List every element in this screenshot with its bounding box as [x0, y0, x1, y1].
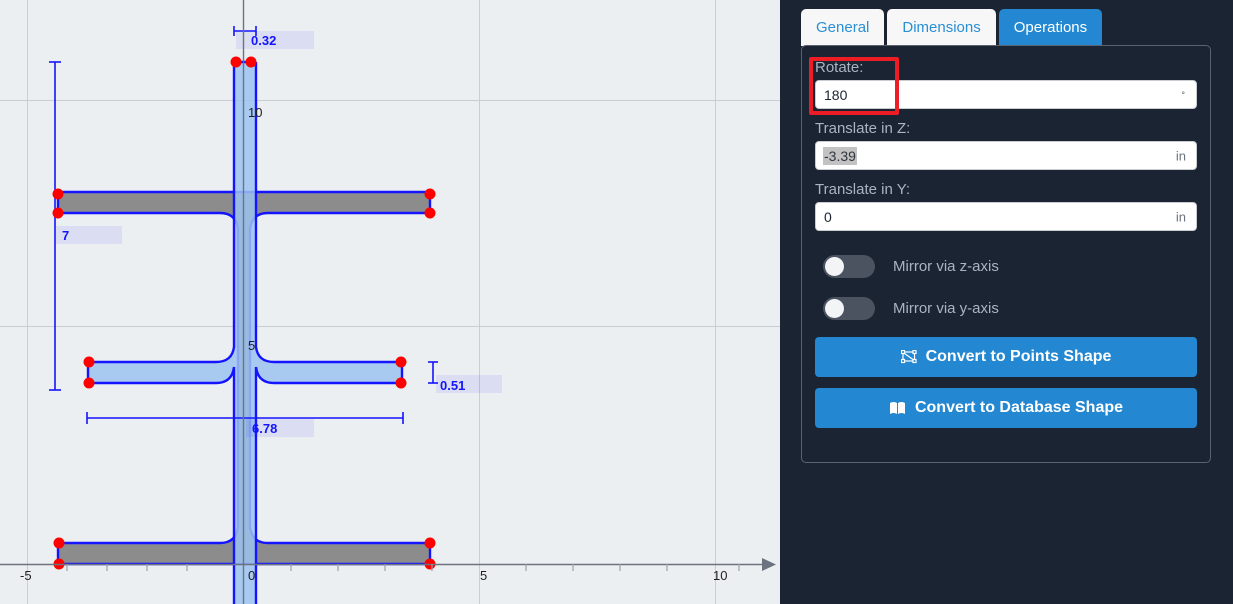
axes: -5 0 5 10 10 5	[0, 0, 776, 604]
convert-to-database-shape-button[interactable]: Convert to Database Shape	[815, 388, 1197, 428]
x-tick-label: -5	[20, 568, 32, 583]
vertex-handle[interactable]	[52, 207, 64, 219]
tab-dimensions-label: Dimensions	[902, 19, 981, 36]
database-book-icon	[889, 401, 906, 415]
operations-panel-body: Rotate: ° Translate in Z: -3.39 in	[801, 45, 1211, 463]
mirror-y-toggle[interactable]	[823, 296, 875, 320]
translate-y-input-wrap[interactable]: in	[815, 202, 1197, 231]
convert-to-points-shape-button[interactable]: Convert to Points Shape	[815, 337, 1197, 377]
x-tick-label: 0	[248, 568, 255, 583]
translate-z-label: Translate in Z:	[815, 120, 911, 137]
translate-z-input-wrap[interactable]: -3.39 in	[815, 141, 1197, 170]
vertex-handle[interactable]	[52, 188, 64, 200]
properties-panel: General Dimensions Operations Rotate: °	[780, 0, 1233, 604]
tab-general-label: General	[816, 19, 870, 36]
shape-drawing: 0.32 7 0.51 6.78 -5 0 5 10 10 5	[0, 0, 780, 604]
x-tick-label: 5	[480, 568, 487, 583]
vertex-handle[interactable]	[395, 356, 407, 368]
x-tick-label: 10	[713, 568, 727, 583]
translate-y-field-group: Translate in Y: in	[815, 181, 1197, 231]
tab-operations[interactable]: Operations	[998, 9, 1103, 46]
rotate-label: Rotate:	[815, 59, 864, 76]
vertex-handle[interactable]	[424, 207, 436, 219]
grid-lines	[0, 0, 780, 604]
translate-z-field-group: Translate in Z: -3.39 in	[815, 120, 1197, 170]
vertex-handle[interactable]	[230, 56, 242, 68]
mirror-z-toggle[interactable]	[823, 254, 875, 278]
rotate-field-group: Rotate: °	[815, 59, 1197, 109]
toggle-knob	[825, 298, 844, 318]
tab-operations-label: Operations	[1013, 19, 1088, 36]
vertex-handle[interactable]	[83, 377, 95, 389]
dimension-label-0-32: 0.32	[251, 33, 276, 48]
mirror-z-label: Mirror via z-axis	[893, 257, 999, 275]
vertex-handle[interactable]	[424, 537, 436, 549]
translate-z-input[interactable]	[816, 142, 1196, 169]
vertex-handle[interactable]	[83, 356, 95, 368]
dimension-label-0-51: 0.51	[440, 378, 465, 393]
preview-shape[interactable]	[86, 60, 404, 604]
mirror-y-label: Mirror via y-axis	[893, 299, 999, 317]
vertex-handle[interactable]	[53, 537, 65, 549]
drawing-canvas[interactable]: 0.32 7 0.51 6.78 -5 0 5 10 10 5	[0, 0, 780, 604]
dimension-0-32: 0.32	[233, 26, 314, 49]
dimension-label-7: 7	[62, 228, 69, 243]
tab-dimensions[interactable]: Dimensions	[887, 9, 996, 46]
rotate-input-wrap[interactable]: °	[815, 80, 1197, 109]
translate-y-label: Translate in Y:	[815, 181, 911, 198]
toggle-knob	[825, 256, 844, 276]
dimension-7: 7	[49, 61, 122, 391]
dimension-0-51: 0.51	[428, 361, 502, 393]
tab-bar: General Dimensions Operations	[801, 8, 1105, 46]
translate-y-input[interactable]	[816, 203, 1196, 230]
y-tick-label: 5	[248, 338, 255, 353]
vertex-handle[interactable]	[395, 377, 407, 389]
y-tick-label: 10	[248, 105, 262, 120]
convert-to-database-shape-label: Convert to Database Shape	[914, 399, 1124, 416]
mirror-y-row: Mirror via y-axis	[823, 295, 1197, 321]
dimension-label-6-78: 6.78	[252, 421, 277, 436]
mirror-z-row: Mirror via z-axis	[823, 253, 1197, 279]
tab-general[interactable]: General	[801, 9, 885, 46]
vertex-handle[interactable]	[245, 56, 257, 68]
vertex-handle[interactable]	[424, 188, 436, 200]
convert-to-points-shape-label: Convert to Points Shape	[925, 348, 1112, 365]
rotate-input[interactable]	[816, 81, 1196, 108]
points-shape-icon	[900, 350, 917, 364]
